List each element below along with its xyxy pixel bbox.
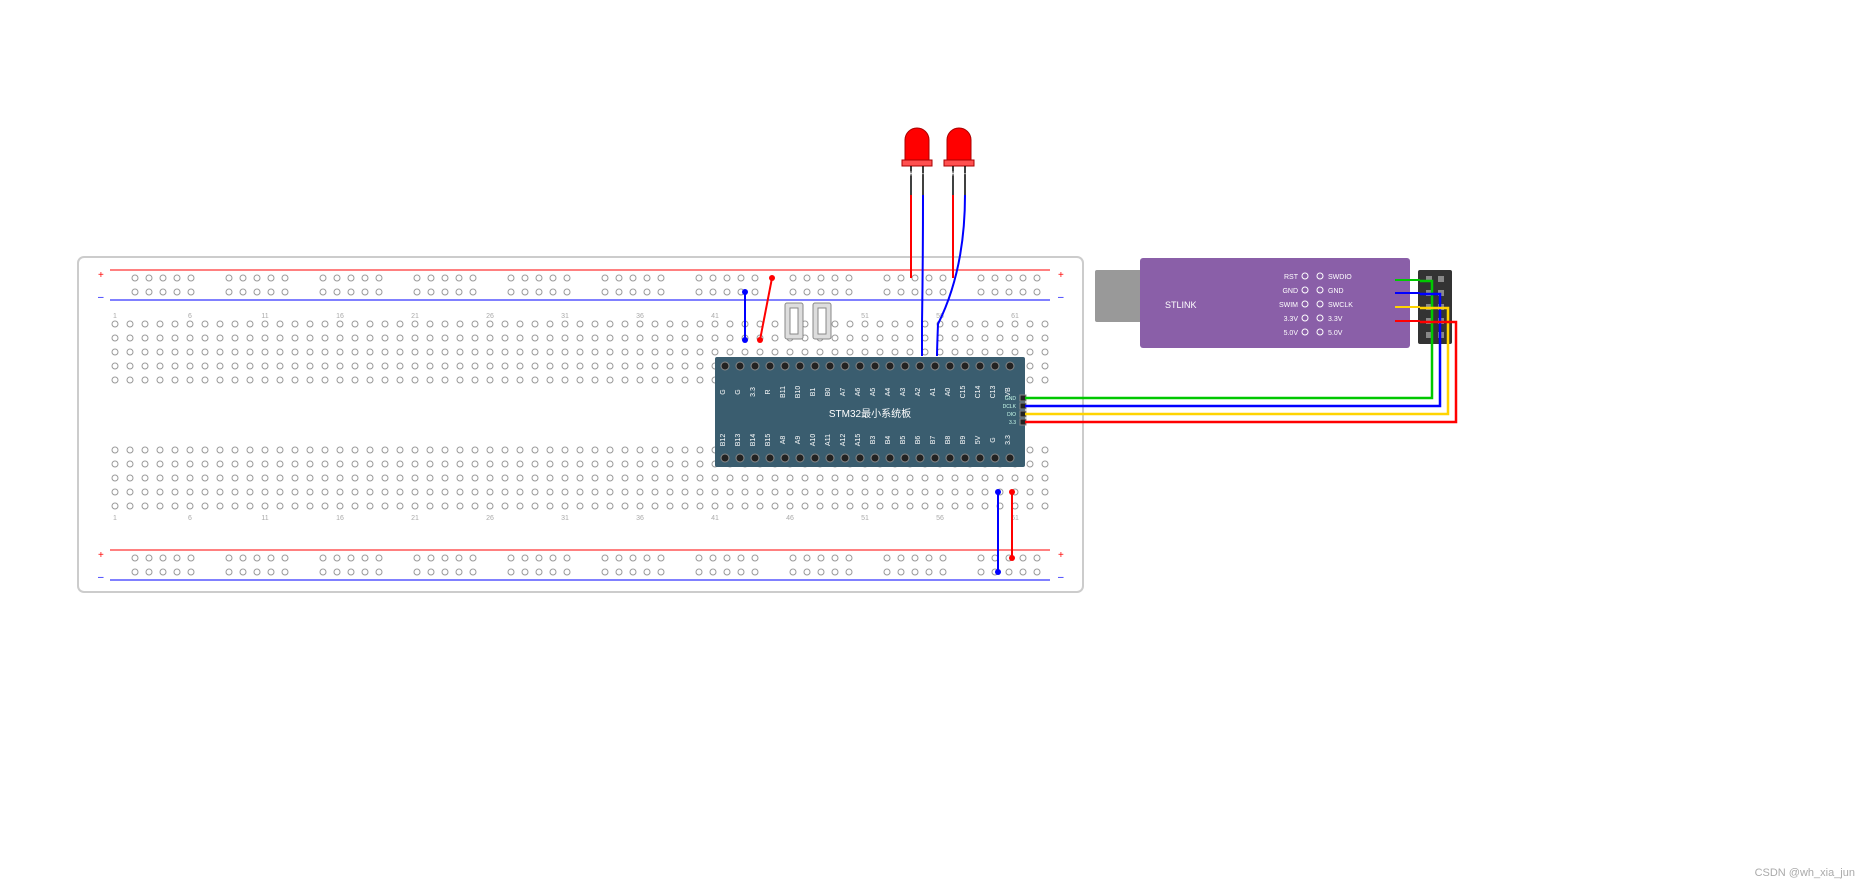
svg-text:3.3V: 3.3V: [1328, 316, 1343, 323]
svg-text:A9: A9: [795, 436, 802, 445]
diagram-canvas: + + – – + + – – 161116212631364146515661…: [0, 0, 1875, 889]
svg-text:DIO: DIO: [1007, 412, 1016, 418]
svg-text:B1: B1: [810, 388, 817, 397]
svg-text:61: 61: [1011, 313, 1019, 320]
svg-text:–: –: [98, 572, 104, 583]
svg-text:B10: B10: [795, 386, 802, 399]
svg-text:3.3: 3.3: [1005, 435, 1012, 445]
svg-text:B9: B9: [960, 436, 967, 445]
svg-text:1: 1: [113, 515, 117, 522]
svg-text:+: +: [98, 270, 104, 281]
svg-text:A10: A10: [810, 434, 817, 447]
svg-text:56: 56: [936, 515, 944, 522]
svg-text:11: 11: [261, 313, 268, 320]
svg-text:31: 31: [561, 515, 569, 522]
svg-text:C15: C15: [960, 385, 967, 398]
svg-text:3.3: 3.3: [750, 387, 757, 397]
svg-text:16: 16: [336, 313, 344, 320]
svg-text:41: 41: [711, 313, 719, 320]
led-1: + –: [902, 128, 932, 195]
svg-text:51: 51: [861, 313, 869, 320]
svg-text:B3: B3: [870, 436, 877, 445]
svg-text:–: –: [1058, 292, 1064, 303]
svg-text:A2: A2: [915, 388, 922, 397]
svg-text:36: 36: [636, 515, 644, 522]
svg-text:41: 41: [711, 515, 719, 522]
svg-text:5V: 5V: [975, 435, 982, 444]
svg-text:GND: GND: [1005, 396, 1017, 402]
svg-text:26: 26: [486, 515, 494, 522]
svg-text:–: –: [963, 169, 968, 178]
svg-text:5.0V: 5.0V: [1328, 330, 1343, 337]
svg-text:B4: B4: [885, 436, 892, 445]
svg-text:B15: B15: [765, 434, 772, 447]
svg-text:B13: B13: [735, 434, 742, 447]
svg-text:DCLK: DCLK: [1003, 404, 1017, 410]
svg-text:+: +: [951, 169, 956, 178]
svg-text:B12: B12: [720, 434, 727, 447]
svg-text:A12: A12: [840, 434, 847, 447]
svg-text:+: +: [98, 550, 104, 561]
svg-text:A3: A3: [900, 388, 907, 397]
svg-text:B5: B5: [900, 436, 907, 445]
svg-text:B6: B6: [915, 436, 922, 445]
svg-text:–: –: [98, 292, 104, 303]
svg-text:B8: B8: [945, 436, 952, 445]
svg-text:C14: C14: [975, 385, 982, 398]
svg-text:SWDIO: SWDIO: [1328, 274, 1352, 281]
svg-text:21: 21: [411, 515, 419, 522]
svg-text:21: 21: [411, 313, 419, 320]
stlink: STLINK RST SWDIO GND GND SWIM SWCLK 3.3V 3.3V 5.…: [1095, 258, 1410, 348]
svg-text:5.0V: 5.0V: [1284, 330, 1299, 337]
led-2: + –: [944, 128, 974, 195]
svg-text:6: 6: [188, 313, 192, 320]
svg-text:B11: B11: [780, 386, 787, 398]
wiring-diagram: + + – – + + – – 161116212631364146515661…: [0, 0, 1875, 889]
svg-text:A5: A5: [870, 388, 877, 397]
svg-text:A4: A4: [885, 388, 892, 397]
svg-text:B0: B0: [825, 388, 832, 397]
button-2: [813, 303, 831, 339]
svg-text:GND: GND: [1328, 288, 1344, 295]
svg-text:3.3V: 3.3V: [1284, 316, 1299, 323]
svg-text:–: –: [1058, 572, 1064, 583]
svg-text:R: R: [765, 389, 772, 394]
svg-text:A8: A8: [780, 436, 787, 445]
svg-text:B14: B14: [750, 434, 757, 447]
svg-text:46: 46: [786, 515, 794, 522]
svg-text:SWIM: SWIM: [1279, 302, 1298, 309]
button-1: [785, 303, 803, 339]
svg-text:A6: A6: [855, 388, 862, 397]
svg-text:–: –: [921, 169, 926, 178]
svg-text:B7: B7: [930, 436, 937, 445]
svg-text:G: G: [735, 389, 742, 394]
svg-text:A1: A1: [930, 388, 937, 397]
svg-text:26: 26: [486, 313, 494, 320]
svg-text:51: 51: [861, 515, 869, 522]
svg-text:A0: A0: [945, 388, 952, 397]
svg-text:1: 1: [113, 313, 117, 320]
svg-text:+: +: [909, 169, 914, 178]
svg-text:RST: RST: [1284, 274, 1299, 281]
svg-text:A11: A11: [825, 434, 832, 446]
svg-text:C13: C13: [990, 385, 997, 398]
svg-text:A7: A7: [840, 388, 847, 397]
stm32-label: STM32最小系统板: [829, 407, 911, 420]
svg-text:36: 36: [636, 313, 644, 320]
svg-text:G: G: [990, 437, 997, 442]
svg-text:SWCLK: SWCLK: [1328, 302, 1353, 309]
wire-led1-cathode: [922, 195, 923, 356]
svg-text:G: G: [720, 389, 727, 394]
svg-text:GND: GND: [1282, 288, 1298, 295]
svg-text:11: 11: [261, 515, 268, 522]
svg-text:3.3: 3.3: [1009, 420, 1016, 426]
svg-text:+: +: [1058, 270, 1064, 281]
svg-text:31: 31: [561, 313, 569, 320]
stlink-label: STLINK: [1165, 300, 1197, 310]
svg-text:A15: A15: [855, 434, 862, 447]
svg-text:16: 16: [336, 515, 344, 522]
svg-text:6: 6: [188, 515, 192, 522]
watermark: CSDN @wh_xia_jun: [1755, 867, 1855, 879]
svg-text:+: +: [1058, 550, 1064, 561]
